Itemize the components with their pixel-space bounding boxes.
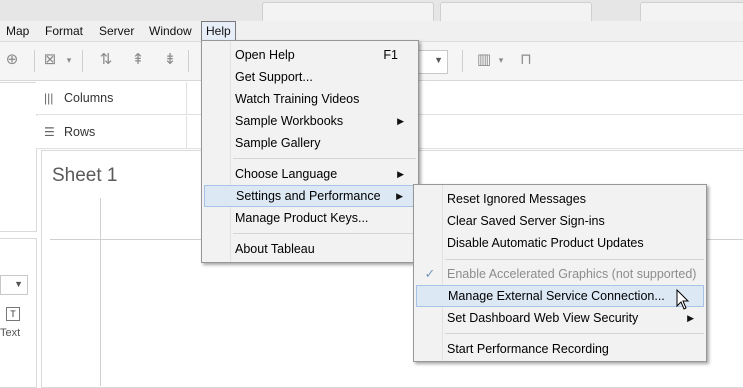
add-datasource-icon[interactable]: ⊕ bbox=[2, 51, 22, 69]
settings-performance-submenu: Reset Ignored Messages Clear Saved Serve… bbox=[413, 184, 707, 362]
columns-icon: ||| bbox=[44, 91, 54, 105]
help-sample-gallery[interactable]: Sample Gallery bbox=[204, 132, 416, 154]
menu-item-label: Sample Workbooks bbox=[235, 114, 344, 128]
reset-ignored-messages[interactable]: Reset Ignored Messages bbox=[416, 188, 704, 210]
shortcut-label: F1 bbox=[383, 48, 398, 62]
sheet-title[interactable]: Sheet 1 bbox=[52, 165, 118, 187]
show-me-icon[interactable]: ▥ bbox=[474, 51, 494, 69]
menu-server[interactable]: Server bbox=[95, 21, 138, 41]
menu-separator bbox=[445, 259, 704, 260]
browser-tab-strip bbox=[0, 0, 743, 22]
axis-divider bbox=[100, 198, 101, 386]
menu-separator bbox=[445, 333, 704, 334]
chevron-down-icon[interactable]: ▾ bbox=[64, 51, 74, 69]
menu-item-label: Open Help bbox=[235, 48, 295, 62]
manage-external-service-connection[interactable]: Manage External Service Connection... bbox=[416, 285, 704, 307]
menu-bar: Map Format Server Window Help bbox=[0, 21, 743, 42]
toolbar-separator bbox=[82, 50, 83, 72]
rows-label: Rows bbox=[64, 125, 96, 139]
sort-descending-icon[interactable]: ⇟ bbox=[160, 51, 180, 69]
toolbar-separator bbox=[188, 50, 189, 72]
chevron-down-icon: ▼ bbox=[14, 279, 23, 289]
set-dashboard-web-view-security[interactable]: Set Dashboard Web View Security ▶ bbox=[416, 307, 704, 329]
toolbar-separator bbox=[462, 50, 463, 72]
help-about-tableau[interactable]: About Tableau bbox=[204, 238, 416, 260]
checkmark-icon: ✓ bbox=[424, 266, 436, 281]
marks-pane: ▼ T Text bbox=[0, 238, 37, 388]
data-pane bbox=[0, 82, 37, 232]
browser-tab[interactable] bbox=[262, 2, 434, 22]
menu-item-label: Choose Language bbox=[235, 167, 338, 181]
help-choose-language[interactable]: Choose Language ▶ bbox=[204, 163, 416, 185]
sort-ascending-icon[interactable]: ⇞ bbox=[128, 51, 148, 69]
help-manage-product-keys[interactable]: Manage Product Keys... bbox=[204, 207, 416, 229]
swap-icon[interactable]: ⇅ bbox=[96, 51, 116, 69]
menu-separator bbox=[233, 233, 416, 234]
menu-window[interactable]: Window bbox=[145, 21, 196, 41]
enable-accelerated-graphics: ✓ Enable Accelerated Graphics (not suppo… bbox=[416, 263, 704, 285]
clear-saved-server-sign-ins[interactable]: Clear Saved Server Sign-ins bbox=[416, 210, 704, 232]
menu-help[interactable]: Help bbox=[201, 21, 236, 41]
submenu-arrow-icon: ▶ bbox=[397, 169, 404, 179]
mark-type-dropdown[interactable]: ▼ bbox=[0, 275, 28, 295]
remove-datasource-icon[interactable]: ⊠ bbox=[40, 51, 60, 69]
menu-item-label: Set Dashboard Web View Security bbox=[447, 311, 639, 325]
menu-item-label: Enable Accelerated Graphics (not support… bbox=[447, 267, 697, 281]
menu-map[interactable]: Map bbox=[2, 21, 33, 41]
help-watch-training-videos[interactable]: Watch Training Videos bbox=[204, 88, 416, 110]
fit-dropdown[interactable]: ▼ bbox=[418, 50, 448, 74]
text-mark-label: Text bbox=[0, 327, 21, 339]
browser-tab[interactable] bbox=[640, 2, 743, 22]
menu-format[interactable]: Format bbox=[41, 21, 87, 41]
chevron-down-icon[interactable]: ▾ bbox=[496, 51, 506, 69]
submenu-arrow-icon: ▶ bbox=[396, 191, 403, 201]
chevron-down-icon: ▼ bbox=[434, 55, 443, 65]
presentation-icon[interactable]: ⊓ bbox=[516, 51, 536, 69]
toolbar-separator bbox=[34, 50, 35, 72]
help-menu: Open Help F1 Get Support... Watch Traini… bbox=[201, 40, 419, 263]
columns-label: Columns bbox=[64, 91, 114, 105]
menu-separator bbox=[233, 158, 416, 159]
submenu-arrow-icon: ▶ bbox=[397, 116, 404, 126]
help-sample-workbooks[interactable]: Sample Workbooks ▶ bbox=[204, 110, 416, 132]
help-settings-and-performance[interactable]: Settings and Performance ▶ bbox=[204, 185, 416, 207]
menu-item-label: Settings and Performance bbox=[236, 189, 381, 203]
start-performance-recording[interactable]: Start Performance Recording bbox=[416, 338, 704, 360]
mouse-cursor-icon bbox=[676, 289, 690, 310]
disable-automatic-product-updates[interactable]: Disable Automatic Product Updates bbox=[416, 232, 704, 254]
browser-tab[interactable] bbox=[440, 2, 592, 22]
help-open-help[interactable]: Open Help F1 bbox=[204, 44, 416, 66]
rows-icon: ☰ bbox=[44, 125, 55, 139]
text-mark-icon[interactable]: T bbox=[6, 307, 20, 321]
help-get-support[interactable]: Get Support... bbox=[204, 66, 416, 88]
